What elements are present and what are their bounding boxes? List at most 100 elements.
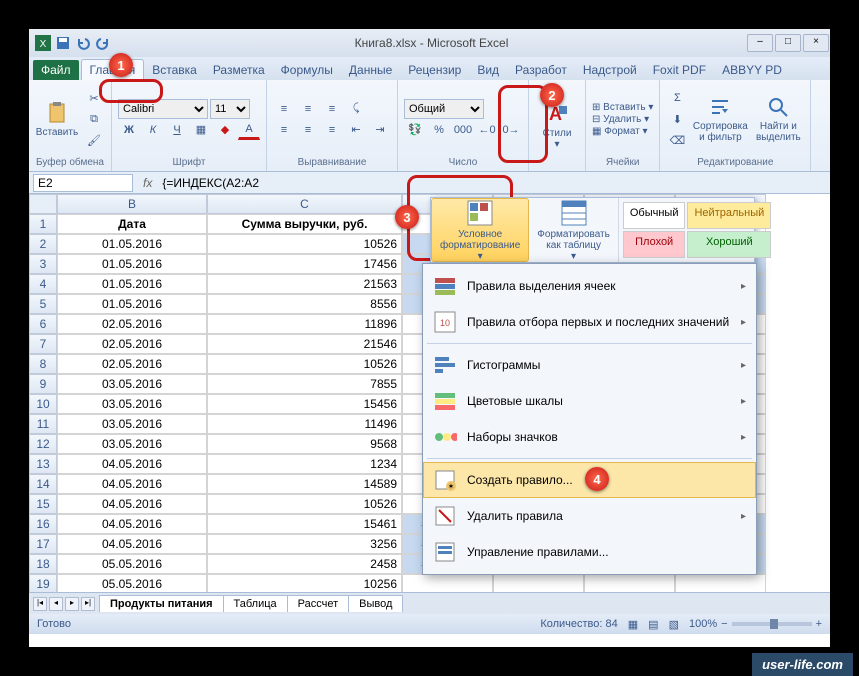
align-right-icon[interactable]: ≡ [321,120,343,140]
menu-clear-rules[interactable]: Удалить правила▸ [423,498,756,534]
percent-icon[interactable]: % [428,120,450,140]
align-mid-icon[interactable]: ≡ [297,99,319,119]
underline-button[interactable]: Ч [166,120,188,140]
cell[interactable]: 3256 [207,534,402,554]
cell[interactable]: 03.05.2016 [57,434,207,454]
cell[interactable]: 02.05.2016 [57,334,207,354]
sheet-tab[interactable]: Рассчет [287,595,350,612]
row-header[interactable]: 14 [29,474,57,494]
tab-layout[interactable]: Разметка [205,60,273,80]
tab-developer[interactable]: Разработ [507,60,575,80]
menu-icon-sets[interactable]: Наборы значков▸ [423,419,756,455]
cell-style-swatch[interactable]: Обычный [623,202,686,229]
select-all-corner[interactable] [29,194,57,214]
sheet-tab[interactable]: Продукты питания [99,595,224,612]
italic-button[interactable]: К [142,120,164,140]
minimize-button[interactable]: – [747,34,773,52]
align-center-icon[interactable]: ≡ [297,120,319,140]
row-header[interactable]: 3 [29,254,57,274]
redo-icon[interactable] [95,35,111,51]
sheet-nav-next-icon[interactable]: ▸ [65,597,79,611]
cell[interactable]: Сумма выручки, руб. [207,214,402,234]
sheet-nav-last-icon[interactable]: ▸| [81,597,95,611]
cell[interactable]: 10526 [207,234,402,254]
save-icon[interactable] [55,35,71,51]
indent-dec-icon[interactable]: ⇤ [345,120,367,140]
autosum-icon[interactable]: Σ [666,88,688,108]
sheet-tab[interactable]: Таблица [223,595,288,612]
cell-style-swatch[interactable]: Нейтральный [687,202,771,229]
cell[interactable]: 02.05.2016 [57,314,207,334]
fill-icon[interactable]: ⬇ [666,109,688,129]
paste-button[interactable]: Вставить [35,86,79,152]
row-header[interactable]: 7 [29,334,57,354]
sort-filter-button[interactable]: Сортировка и фильтр [692,86,748,152]
copy-icon[interactable]: ⧉ [83,109,105,129]
orientation-icon[interactable]: ⤹ [345,99,367,119]
cell[interactable]: 21563 [207,274,402,294]
close-button[interactable]: × [803,34,829,52]
menu-data-bars[interactable]: Гистограммы▸ [423,347,756,383]
cell[interactable]: 17456 [207,254,402,274]
cell[interactable]: 04.05.2016 [57,514,207,534]
row-header[interactable]: 11 [29,414,57,434]
cell[interactable]: 10526 [207,494,402,514]
tab-view[interactable]: Вид [469,60,507,80]
view-layout-icon[interactable]: ▤ [648,618,658,631]
cell[interactable]: 01.05.2016 [57,254,207,274]
row-header[interactable]: 4 [29,274,57,294]
font-color-button[interactable]: A [238,120,260,140]
column-header[interactable]: C [207,194,402,214]
tab-review[interactable]: Рецензир [400,60,469,80]
cell-style-swatch[interactable]: Хороший [687,231,771,258]
cell[interactable]: 11496 [207,414,402,434]
format-painter-icon[interactable]: 🖌 [83,130,105,150]
cell[interactable]: 10526 [207,354,402,374]
cell[interactable]: 01.05.2016 [57,274,207,294]
tab-formulas[interactable]: Формулы [273,60,341,80]
zoom-control[interactable]: 100% − + [689,618,822,630]
tab-file[interactable]: Файл [33,60,79,80]
row-header[interactable]: 18 [29,554,57,574]
align-bot-icon[interactable]: ≡ [321,99,343,119]
number-format-select[interactable]: Общий [404,99,484,119]
row-header[interactable]: 12 [29,434,57,454]
cell[interactable]: 10256 [207,574,402,592]
dec-dec-icon[interactable]: 0→ [500,120,522,140]
cell[interactable]: 14589 [207,474,402,494]
cell[interactable]: 7855 [207,374,402,394]
row-header[interactable]: 8 [29,354,57,374]
menu-color-scales[interactable]: Цветовые шкалы▸ [423,383,756,419]
tab-insert[interactable]: Вставка [144,60,205,80]
find-select-button[interactable]: Найти и выделить [752,86,804,152]
formula-input[interactable]: {=ИНДЕКС(A2:A2 [158,175,830,191]
view-pagebreak-icon[interactable]: ▧ [669,618,679,631]
tab-data[interactable]: Данные [341,60,400,80]
cell[interactable]: 11896 [207,314,402,334]
cell[interactable]: 1234 [207,454,402,474]
row-header[interactable]: 1 [29,214,57,234]
row-header[interactable]: 13 [29,454,57,474]
row-header[interactable]: 15 [29,494,57,514]
cell[interactable] [675,574,766,592]
clear-icon[interactable]: ⌫ [666,130,688,150]
cell[interactable]: 04.05.2016 [57,534,207,554]
cell[interactable]: 03.05.2016 [57,394,207,414]
view-normal-icon[interactable]: ▦ [628,618,638,631]
row-header[interactable]: 2 [29,234,57,254]
format-as-table-button[interactable]: Форматировать как таблицу▾ [529,198,619,262]
cell[interactable]: 04.05.2016 [57,474,207,494]
row-header[interactable]: 10 [29,394,57,414]
cell[interactable] [493,574,584,592]
zoom-in-icon[interactable]: + [816,618,822,630]
tab-abbyy[interactable]: ABBYY PD [714,60,790,80]
cut-icon[interactable]: ✂ [83,88,105,108]
cell[interactable]: 2458 [207,554,402,574]
comma-icon[interactable]: 000 [452,120,474,140]
maximize-button[interactable]: □ [775,34,801,52]
cell[interactable]: 05.05.2016 [57,574,207,592]
sheet-nav-first-icon[interactable]: |◂ [33,597,47,611]
undo-icon[interactable] [75,35,91,51]
font-name-select[interactable]: Calibri [118,99,208,119]
cell[interactable]: 03.05.2016 [57,374,207,394]
